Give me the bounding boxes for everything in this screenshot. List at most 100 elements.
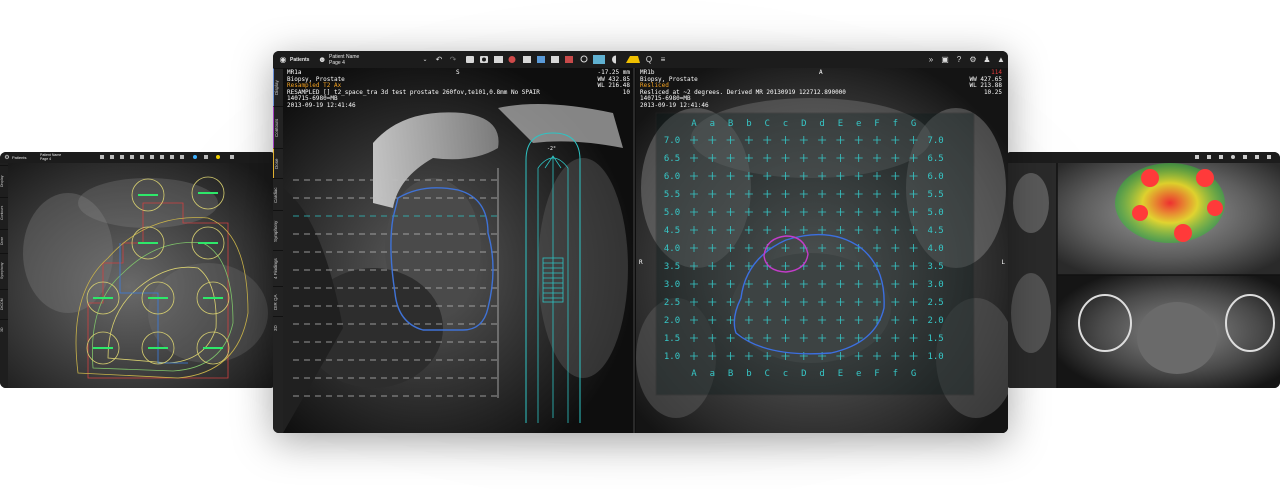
grid-column-label-top: F — [874, 119, 879, 129]
undo-icon[interactable]: ↶ — [435, 56, 443, 64]
grid-column-label-top: d — [819, 119, 824, 129]
expand-icon[interactable]: » — [927, 56, 935, 64]
grid-column-label-bottom: a — [710, 369, 715, 379]
grid-column-label-top: G — [911, 119, 916, 129]
tool-icon-group[interactable] — [466, 55, 646, 65]
axial-orientation-top: A — [819, 69, 823, 76]
chevron-down-icon[interactable]: ⌄ — [421, 56, 429, 64]
user-icon: ☻ — [318, 55, 327, 64]
grid-row-label-right: 4.5 — [927, 226, 943, 236]
grid-row-label-right: 3.0 — [927, 280, 943, 290]
grid-row-label-left: 1.0 — [664, 352, 680, 362]
left-page-label: Page 4 — [40, 157, 52, 161]
grid-column-label-bottom: c — [783, 369, 788, 379]
grid-column-label-bottom: E — [838, 369, 843, 379]
grid-column-label-top: B — [728, 119, 733, 129]
left-tab-dicom[interactable]: DICOM — [0, 289, 8, 318]
grid-column-label-bottom: G — [911, 369, 916, 379]
sagittal-orientation-top: S — [456, 69, 460, 76]
left-tab-dose[interactable]: Dose — [0, 229, 8, 252]
grid-column-label-bottom: d — [819, 369, 824, 379]
grid-row-label-right: 5.0 — [927, 208, 943, 218]
left-tab-display[interactable]: Display — [0, 165, 8, 196]
patients-label[interactable]: Patients — [290, 57, 309, 63]
needle-angle-label: -2° — [547, 146, 557, 152]
axial-orientation-right: L — [1001, 259, 1005, 266]
sagittal-info-date: 2013-09-19 12:41:46 — [287, 102, 356, 109]
main-app-window: ◉ Patients ☻ Patient Name Page 4 ⌄ ↶ ↷ Q… — [273, 51, 1008, 433]
patients-icon[interactable]: ◉ — [279, 56, 287, 64]
left-tab-contours[interactable]: Contours — [0, 197, 8, 228]
bell-icon[interactable]: ▲ — [997, 56, 1005, 64]
grid-column-label-bottom: D — [801, 369, 806, 379]
grid-column-label-bottom: B — [728, 369, 733, 379]
axial-orientation-left: R — [639, 259, 643, 266]
grid-column-label-top: A — [691, 119, 697, 129]
grid-row-label-right: 2.5 — [927, 298, 943, 308]
grid-column-label-top: f — [893, 119, 898, 129]
grid-row-label-left: 1.5 — [664, 334, 680, 344]
sagittal-viewport[interactable]: S MR1a Biopsy, Prostate Resampled T2 Ax … — [283, 68, 636, 433]
grid-row-label-right: 2.0 — [927, 316, 943, 326]
grid-row-label-right: 4.0 — [927, 244, 943, 254]
camera-icon[interactable]: ▣ — [941, 56, 949, 64]
main-toolbar: ◉ Patients ☻ Patient Name Page 4 ⌄ ↶ ↷ Q… — [273, 51, 1008, 69]
grid-row-label-left: 3.5 — [664, 262, 680, 272]
grid-column-label-bottom: b — [746, 369, 751, 379]
grid-column-label-bottom: F — [874, 369, 879, 379]
grid-column-label-top: a — [710, 119, 715, 129]
search-icon[interactable]: Q — [645, 56, 653, 64]
axial-slice-thickness: 10.25 — [983, 88, 1002, 96]
grid-column-label-bottom: e — [856, 369, 861, 379]
left-tab-3d[interactable]: 3D — [0, 319, 8, 340]
grid-row-label-left: 2.0 — [664, 316, 680, 326]
grid-column-label-top: E — [838, 119, 843, 129]
grid-row-label-left: 4.5 — [664, 226, 680, 236]
grid-column-label-top: c — [783, 119, 788, 129]
sagittal-image[interactable] — [283, 68, 636, 433]
left-mri-viewport[interactable] — [8, 163, 276, 388]
grid-column-label-top: D — [801, 119, 806, 129]
redo-icon[interactable]: ↷ — [449, 56, 457, 64]
list-icon[interactable]: ≡ — [659, 56, 667, 64]
grid-column-label-bottom: C — [764, 369, 769, 379]
grid-row-label-left: 3.0 — [664, 280, 680, 290]
right-toolbar-icons[interactable] — [1195, 154, 1280, 161]
person-icon[interactable]: ♟ — [983, 56, 991, 64]
sagittal-slice-index: 10 — [622, 88, 630, 96]
grid-row-label-right: 1.0 — [927, 352, 943, 362]
left-patients-label[interactable]: Patients — [12, 155, 26, 160]
gear-icon[interactable]: ⚙ — [969, 56, 977, 64]
grid-row-label-right: 6.0 — [927, 172, 943, 182]
main-side-tabs: Display Contours Dose Cardiac Symphony 4… — [273, 68, 284, 433]
grid-column-label-top: C — [764, 119, 769, 129]
grid-row-label-left: 5.5 — [664, 190, 680, 200]
grid-row-label-right: 5.5 — [927, 190, 943, 200]
axial-image[interactable]: A Aa a B Bb b C Cc c D Dd d E Ee e F Ff f G G 7.0 7.0 6.5 6.5 6.… — [636, 68, 1008, 433]
left-side-tabs: Display Contours Dose Symphony DICOM 3D — [0, 163, 8, 388]
axial-info-date: 2013-09-19 12:41:46 — [640, 102, 709, 109]
help-icon[interactable]: ? — [955, 56, 963, 64]
grid-row-label-right: 3.5 — [927, 262, 943, 272]
axial-viewport[interactable]: A Aa a B Bb b C Cc c D Dd d E Ee e F Ff f G G 7.0 7.0 6.5 6.5 6.… — [636, 68, 1008, 433]
left-tab-symphony[interactable]: Symphony — [0, 253, 8, 288]
tab-3d[interactable]: 3D — [273, 316, 283, 339]
patients-icon[interactable]: ⚙ — [3, 154, 11, 162]
right-mri-viewports[interactable] — [1005, 163, 1280, 388]
grid-column-label-bottom: A — [691, 369, 697, 379]
right-app-window — [1005, 152, 1280, 388]
tab-findings[interactable]: 4 Findings — [273, 250, 283, 287]
tab-cardiac[interactable]: Cardiac — [273, 178, 283, 211]
tab-dir-qa[interactable]: DIR QA — [273, 286, 283, 317]
grid-column-label-top: e — [856, 119, 861, 129]
grid-row-label-left: 6.5 — [664, 154, 680, 164]
grid-row-label-left: 6.0 — [664, 172, 680, 182]
grid-row-label-right: 6.5 — [927, 154, 943, 164]
grid-column-label-bottom: f — [893, 369, 898, 379]
grid-row-label-left: 4.0 — [664, 244, 680, 254]
left-toolbar-icons[interactable] — [100, 154, 270, 161]
left-app-window: ⚙ Patients Patient Name Page 4 Display C… — [0, 152, 276, 388]
grid-row-label-right: 7.0 — [927, 136, 943, 146]
tab-symphony[interactable]: Symphony — [273, 210, 283, 251]
grid-row-label-left: 2.5 — [664, 298, 680, 308]
